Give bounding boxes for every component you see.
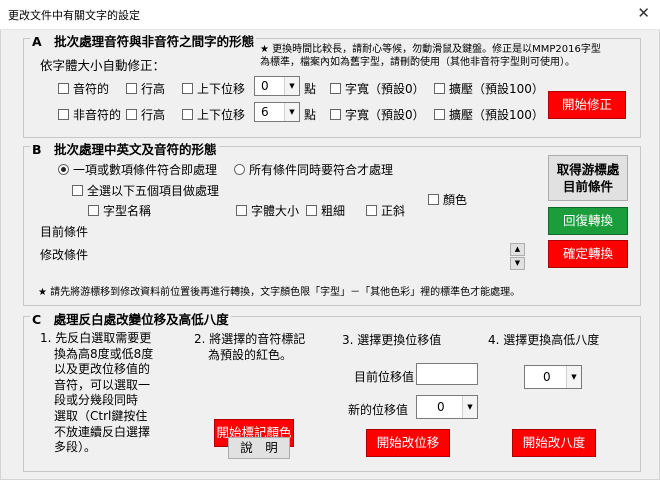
non-note-row-checkbox[interactable]: 非音符的 xyxy=(58,106,121,123)
checkbox-icon[interactable] xyxy=(88,205,99,216)
step3-label: 3. 選擇更換位移值 xyxy=(342,333,442,347)
window-title: 更改文件中有關文字的設定 xyxy=(8,9,140,22)
checkbox-icon[interactable] xyxy=(236,205,247,216)
octave-select[interactable]: 0 ▼ xyxy=(524,365,582,389)
section-b: B 批次處理中英文及音符的形態 一項或數項條件符合即處理 所有條件同時要符合才處… xyxy=(23,139,641,306)
checkbox-icon[interactable] xyxy=(434,109,445,120)
section-b-footnote: ★ 請先將游標移到修改資料前位置後再進行轉換，文字顏色限「字型」－「其他色彩」裡… xyxy=(38,287,521,298)
dialog-client: A 批次處理音符與非音符之間字的形態 依字體大小自動修正： ★ 更換時間比較長，… xyxy=(0,30,660,480)
non-note-offset-value: 6 xyxy=(261,105,269,119)
checkbox-icon[interactable] xyxy=(366,205,377,216)
checkbox-icon[interactable] xyxy=(182,109,193,120)
radio-icon[interactable] xyxy=(58,164,69,175)
note-scale-checkbox[interactable]: 擴壓（預設100） xyxy=(434,80,544,97)
get-cursor-button-line1: 取得游標處 xyxy=(556,162,620,177)
checkbox-icon[interactable] xyxy=(58,83,69,94)
new-offset-value: 0 xyxy=(437,400,445,414)
auto-fix-label: 依字體大小自動修正： xyxy=(40,58,166,73)
get-cursor-conditions-button[interactable]: 取得游標處 目前條件 xyxy=(548,155,628,201)
section-a-note-line2: 為標準，檔案內如為舊字型，請刪酌使用（其他非音符字型則可使用）。 xyxy=(260,57,575,68)
font-size-checkbox[interactable]: 字體大小 xyxy=(236,202,299,219)
checkbox-icon[interactable] xyxy=(182,83,193,94)
non-note-offset-select[interactable]: 6 ▼ xyxy=(254,102,300,122)
start-offset-change-button[interactable]: 開始改位移 xyxy=(366,429,450,457)
chevron-down-icon[interactable]: ▼ xyxy=(566,366,581,388)
checkbox-icon[interactable] xyxy=(428,194,439,205)
radio-icon[interactable] xyxy=(234,164,245,175)
radio-any-condition[interactable]: 一項或數項條件符合即處理 xyxy=(58,161,217,178)
checkbox-icon[interactable] xyxy=(330,109,341,120)
non-note-offset-checkbox[interactable]: 上下位移 xyxy=(182,106,245,123)
note-offset-unit: 點 xyxy=(304,82,317,96)
start-octave-change-button[interactable]: 開始改八度 xyxy=(512,429,596,457)
step1-instructions: 1. 先反白選取需要更 換為高8度或低8度 以及更改位移值的 音符，可以選取一 … xyxy=(40,331,154,455)
section-a-note-line1: ★ 更換時間比較長，請耐心等候，勿動滑鼠及鍵盤。修正是以MMP2016字型 xyxy=(260,44,601,55)
close-icon[interactable]: ✕ xyxy=(637,4,650,22)
bold-checkbox[interactable]: 粗細 xyxy=(306,202,345,219)
checkbox-icon[interactable] xyxy=(306,205,317,216)
note-row-checkbox[interactable]: 音符的 xyxy=(58,80,109,97)
section-c: C 處理反白處改變位移及高低八度 1. 先反白選取需要更 換為高8度或低8度 以… xyxy=(23,309,641,472)
chevron-down-icon[interactable]: ▼ xyxy=(284,103,299,121)
radio-all-conditions[interactable]: 所有條件同時要符合才處理 xyxy=(234,161,393,178)
triangle-down-icon[interactable]: ▼ xyxy=(510,257,525,270)
checkbox-icon[interactable] xyxy=(330,83,341,94)
modify-conditions-label: 修改條件 xyxy=(40,248,89,262)
step2-instructions: 2. 將選擇的音符標記 為預設的紅色。 xyxy=(194,332,306,362)
section-a-title: A 批次處理音符與非音符之間字的形態 xyxy=(30,31,257,50)
non-note-width-checkbox[interactable]: 字寬（預設0） xyxy=(330,106,425,123)
checkbox-icon[interactable] xyxy=(72,185,83,196)
chevron-down-icon[interactable]: ▼ xyxy=(462,396,477,418)
checkbox-icon[interactable] xyxy=(126,83,137,94)
restore-conversion-button[interactable]: 回復轉換 xyxy=(548,207,628,235)
select-all-checkbox[interactable]: 全選以下五個項目做處理 xyxy=(72,182,219,199)
current-offset-field[interactable] xyxy=(416,363,478,385)
chevron-down-icon[interactable]: ▼ xyxy=(284,77,299,95)
note-line-height-checkbox[interactable]: 行高 xyxy=(126,80,165,97)
section-a: A 批次處理音符與非音符之間字的形態 依字體大小自動修正： ★ 更換時間比較長，… xyxy=(23,31,641,138)
confirm-conversion-button[interactable]: 確定轉換 xyxy=(548,240,628,268)
italic-checkbox[interactable]: 正斜 xyxy=(366,202,405,219)
new-offset-label: 新的位移值 xyxy=(348,403,409,417)
checkbox-icon[interactable] xyxy=(434,83,445,94)
step4-label: 4. 選擇更換高低八度 xyxy=(488,333,600,347)
current-conditions-label: 目前條件 xyxy=(40,225,89,239)
note-width-checkbox[interactable]: 字寬（預設0） xyxy=(330,80,425,97)
color-checkbox[interactable]: 顏色 xyxy=(428,191,467,208)
triangle-up-icon[interactable]: ▲ xyxy=(510,243,525,256)
section-b-title: B 批次處理中英文及音符的形態 xyxy=(30,139,219,158)
note-offset-value: 0 xyxy=(261,79,269,93)
get-cursor-button-line2: 目前條件 xyxy=(562,179,613,194)
current-offset-label: 目前位移值 xyxy=(354,370,415,384)
octave-value: 0 xyxy=(543,370,551,384)
checkbox-icon[interactable] xyxy=(126,109,137,120)
non-note-scale-checkbox[interactable]: 擴壓（預設100） xyxy=(434,106,544,123)
start-fix-button[interactable]: 開始修正 xyxy=(548,91,626,119)
new-offset-select[interactable]: 0 ▼ xyxy=(416,395,478,419)
note-offset-select[interactable]: 0 ▼ xyxy=(254,76,300,96)
font-name-checkbox[interactable]: 字型名稱 xyxy=(88,202,151,219)
note-offset-checkbox[interactable]: 上下位移 xyxy=(182,80,245,97)
checkbox-icon[interactable] xyxy=(58,109,69,120)
non-note-line-height-checkbox[interactable]: 行高 xyxy=(126,106,165,123)
help-button[interactable]: 說 明 xyxy=(228,437,290,459)
non-note-offset-unit: 點 xyxy=(304,108,317,122)
section-c-title: C 處理反白處改變位移及高低八度 xyxy=(30,309,231,328)
title-bar: 更改文件中有關文字的設定 ✕ xyxy=(0,0,660,30)
